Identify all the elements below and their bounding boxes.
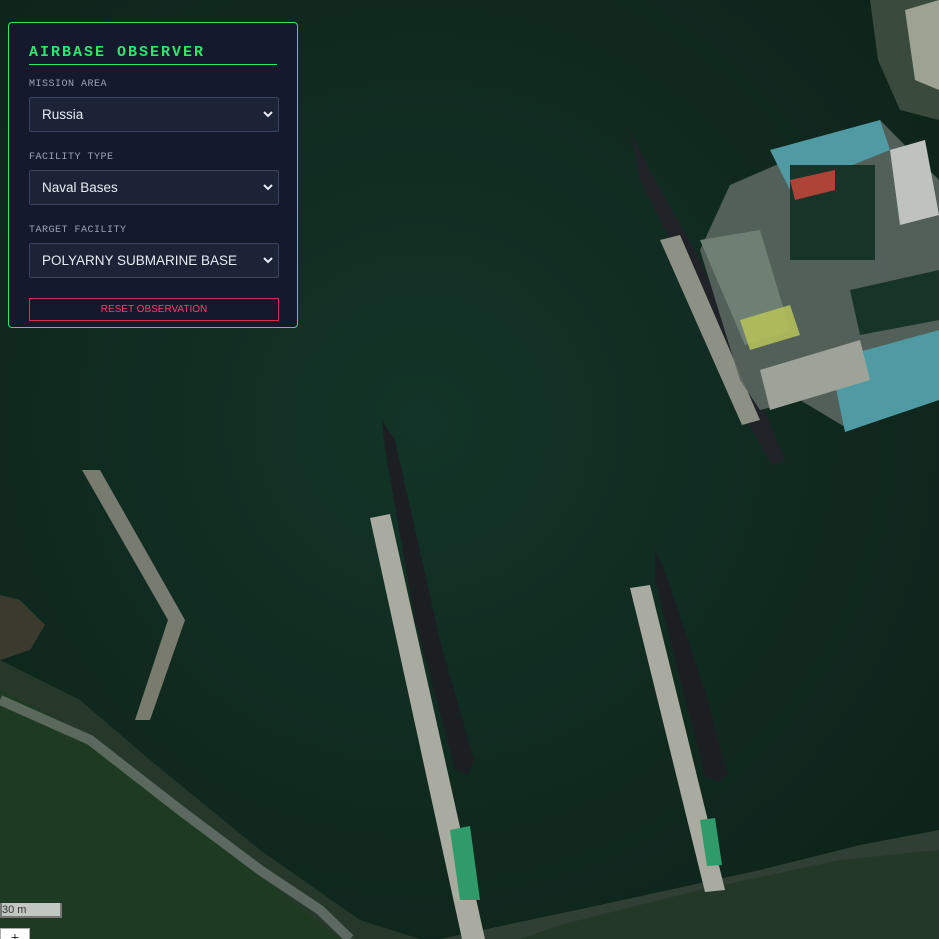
- map-scale-bar: 30 m: [0, 903, 62, 918]
- chevron-down-icon: [262, 171, 274, 204]
- facility-type-select[interactable]: Naval Bases: [29, 170, 279, 205]
- shore-land-left: [0, 595, 45, 660]
- mission-area-value: Russia: [42, 107, 84, 122]
- mission-area-label: MISSION AREA: [29, 79, 108, 90]
- target-facility-value: POLYARNY SUBMARINE BASE: [42, 253, 238, 268]
- chevron-down-icon: [262, 244, 274, 277]
- target-facility-label: TARGET FACILITY: [29, 225, 127, 236]
- facility-type-value: Naval Bases: [42, 180, 118, 195]
- facility-type-label: FACILITY TYPE: [29, 152, 114, 163]
- zoom-in-button[interactable]: +: [0, 928, 30, 939]
- target-facility-select[interactable]: POLYARNY SUBMARINE BASE: [29, 243, 279, 278]
- breakwater-left: [82, 470, 185, 720]
- mission-area-select[interactable]: Russia: [29, 97, 279, 132]
- chevron-down-icon: [262, 98, 274, 131]
- panel-title: AIRBASE OBSERVER: [29, 42, 277, 65]
- observer-control-panel: AIRBASE OBSERVER MISSION AREA Russia FAC…: [8, 22, 298, 328]
- reset-observation-button[interactable]: RESET OBSERVATION: [29, 298, 279, 321]
